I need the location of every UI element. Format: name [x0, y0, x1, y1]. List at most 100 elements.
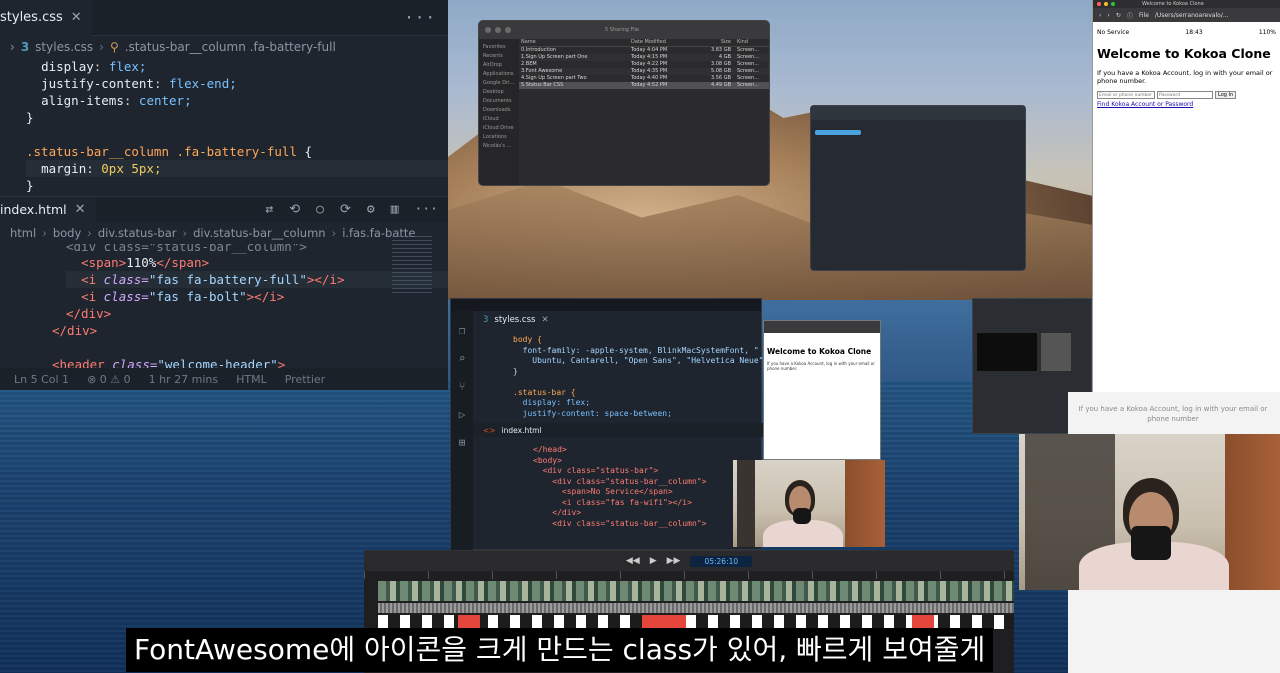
sidebar-item[interactable]: Downloads	[483, 106, 515, 115]
tab-styles-css[interactable]: 3 styles.css ✕	[473, 311, 763, 329]
source-control-icon[interactable]: ⑂	[451, 373, 473, 401]
file-row[interactable]: 2.BEM Today 4:22 PM 3.08 GB Screen...	[519, 61, 769, 68]
minimize-window-icon[interactable]	[1104, 2, 1108, 6]
fast-forward-icon[interactable]: ▶▶	[667, 556, 681, 566]
sidebar-item[interactable]: Applications	[483, 70, 515, 79]
css-code[interactable]: display: flex; justify-content: flex-end…	[0, 58, 448, 194]
sidebar-item[interactable]: Google Dri...	[483, 79, 515, 88]
go-forward-icon[interactable]: ⟳	[340, 202, 351, 217]
file-row[interactable]: 0.Introduction Today 4:04 PM 3.83 GB Screen…	[519, 47, 769, 54]
reload-icon[interactable]: ↻	[1116, 12, 1121, 19]
sidebar-item[interactable]: Recents	[483, 52, 515, 61]
close-icon[interactable]: ✕	[71, 10, 82, 25]
explorer-icon[interactable]: ❐	[451, 317, 473, 345]
extensions-icon[interactable]: ⊞	[451, 429, 473, 457]
url-text[interactable]: /Users/serranoarevalo/...	[1155, 12, 1229, 19]
code-line: display: flex;	[513, 398, 591, 407]
browser-toolbar	[764, 321, 880, 333]
file-row[interactable]: 1.Sign Up Screen part One Today 4:15 PM 4 …	[519, 54, 769, 61]
url-scheme-label: File	[1138, 11, 1149, 19]
zoom-window-icon[interactable]	[1111, 2, 1115, 6]
email-field[interactable]: Email or phone number	[1097, 91, 1155, 99]
sidebar-item[interactable]: iCloud Drive	[483, 124, 515, 133]
column-header[interactable]: Name	[521, 39, 631, 46]
find-account-link[interactable]: Find Kokoa Account or Password	[1097, 101, 1193, 108]
breadcrumb-selector[interactable]: .status-bar__column .fa-battery-full	[125, 40, 336, 54]
password-field[interactable]: Password	[1157, 91, 1213, 99]
timeline-ruler[interactable]	[364, 571, 1014, 579]
thumbnail[interactable]	[1041, 333, 1071, 371]
code-line: }	[513, 366, 518, 376]
tab-styles-css[interactable]: styles.css ✕	[0, 0, 92, 36]
sidebar-item[interactable]: Nicolás's ...	[483, 142, 515, 151]
column-header[interactable]: Date Modified	[631, 39, 701, 46]
close-window-icon[interactable]	[1097, 2, 1101, 6]
code-line-active: margin: 0px 5px;	[26, 160, 448, 177]
finder-window: 5 Sharing File Favorites Recents AirDrop…	[478, 20, 770, 186]
status-left: No Service	[1097, 28, 1130, 36]
search-icon[interactable]: ⌕	[451, 345, 473, 373]
column-header[interactable]: Kind	[737, 39, 767, 46]
language-mode[interactable]: HTML	[236, 373, 267, 386]
sidebar-item: Locations	[483, 134, 507, 140]
more-actions-icon[interactable]: ···	[415, 202, 438, 217]
play-icon[interactable]: ▶	[650, 556, 657, 566]
breadcrumb-item[interactable]: div.status-bar__column	[193, 226, 325, 240]
phone-status-bar: No Service 18:43 110%	[1093, 26, 1280, 38]
sidebar-item[interactable]: Documents	[483, 97, 515, 106]
settings-icon[interactable]: ⚙	[367, 202, 375, 217]
tab-index-html[interactable]: <> index.html	[473, 423, 763, 437]
address-bar[interactable]: ‹ › ↻ ⓘ File /Users/serranoarevalo/...	[1093, 8, 1280, 22]
go-back-icon[interactable]: ⟲	[289, 202, 300, 217]
browser-tab-title[interactable]: Welcome to Kokoa Clone	[1142, 1, 1204, 7]
cursor-position[interactable]: Ln 5 Col 1	[14, 373, 69, 386]
split-editor-icon[interactable]: ▥	[391, 202, 399, 217]
problems-count[interactable]: ⊗ 0 ⚠ 0	[87, 373, 131, 386]
clip-marker[interactable]	[458, 615, 480, 629]
code-line: <div class="status-bar__column">	[533, 518, 707, 528]
breadcrumb-item[interactable]: div.status-bar	[98, 226, 177, 240]
file-row[interactable]: 4.Sign Up Screen part Two Today 4:40 PM 3.…	[519, 75, 769, 82]
rewind-icon[interactable]: ◀◀	[626, 556, 640, 566]
time-tracker[interactable]: 1 hr 27 mins	[149, 373, 218, 386]
column-header[interactable]: Size	[701, 39, 737, 46]
audio-track[interactable]	[378, 603, 1014, 613]
html-code[interactable]: <div class="status-bar__column"> <span>1…	[0, 244, 448, 373]
close-icon[interactable]: ✕	[75, 202, 86, 217]
code-line: <div class="status-bar">	[533, 466, 659, 475]
breadcrumb-file[interactable]: styles.css	[35, 40, 93, 54]
timecode: 05:26:10	[690, 555, 753, 567]
minimize-window-icon[interactable]	[495, 27, 501, 33]
page-description: If you have a Kokoa Account, log in with…	[767, 361, 875, 371]
close-icon[interactable]: ✕	[541, 315, 548, 325]
login-button[interactable]: Log In	[1215, 91, 1237, 99]
clip-marker[interactable]	[642, 615, 686, 629]
back-icon[interactable]: ‹	[1099, 12, 1101, 19]
dot-icon[interactable]: ○	[316, 202, 324, 217]
clip-marker[interactable]	[912, 615, 934, 629]
code-line: </head>	[533, 445, 567, 454]
tab-label: styles.css	[0, 10, 63, 25]
file-row-selected[interactable]: 5.Status Bar CSS Today 4:52 PM 4.49 GB Scre…	[519, 82, 769, 89]
more-actions-icon[interactable]: ···	[404, 8, 436, 27]
run-icon[interactable]: ▷	[451, 401, 473, 429]
video-track[interactable]	[378, 581, 1014, 601]
forward-icon[interactable]: ›	[1107, 12, 1109, 19]
minimap[interactable]	[392, 236, 432, 296]
thumbnail[interactable]	[977, 333, 1037, 371]
chevron-right-icon: ›	[42, 226, 47, 240]
sidebar-item[interactable]: AirDrop	[483, 61, 515, 70]
status-right: 110%	[1258, 28, 1276, 36]
file-row[interactable]: 3.Font Awesome Today 4:35 PM 5.08 GB Screen…	[519, 68, 769, 75]
sidebar-item[interactable]: Desktop	[483, 88, 515, 97]
prettier-status[interactable]: Prettier	[285, 373, 325, 386]
breadcrumb-item[interactable]: body	[53, 226, 81, 240]
zoom-window-icon[interactable]	[505, 27, 511, 33]
tab-index-html[interactable]: index.html ✕	[0, 196, 96, 223]
code-line: body {	[513, 335, 542, 344]
breadcrumb-item[interactable]: html	[10, 226, 36, 240]
code-line: <i class="fas fa-wifi"></i>	[533, 497, 692, 507]
code-line: justify-content: space-between;	[513, 408, 672, 418]
compare-icon[interactable]: ⇄	[265, 202, 273, 217]
close-window-icon[interactable]	[485, 27, 491, 33]
